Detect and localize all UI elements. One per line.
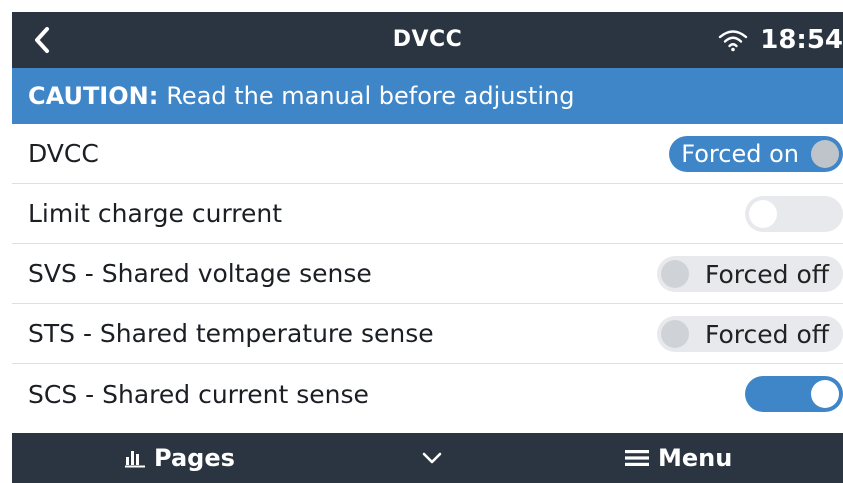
setting-row-scs[interactable]: SCS - Shared current sense — [12, 364, 843, 425]
setting-label: DVCC — [28, 139, 99, 168]
switch-knob — [811, 140, 839, 168]
caution-label: CAUTION: — [28, 82, 159, 110]
menu-button[interactable]: Menu — [624, 433, 732, 483]
switch-knob — [811, 380, 839, 408]
pages-button[interactable]: Pages — [124, 433, 235, 483]
setting-row-dvcc[interactable]: DVCC Forced on — [12, 124, 843, 184]
caution-text: Read the manual before adjusting — [166, 82, 575, 110]
switch-knob — [661, 260, 690, 288]
bar-chart-icon — [125, 451, 145, 468]
switch-knob — [661, 320, 690, 348]
hamburger-icon — [625, 450, 649, 466]
setting-row-limit-charge-current[interactable]: Limit charge current — [12, 184, 843, 244]
clock-time: 18:54 — [760, 25, 843, 55]
status-area: 18:54 — [718, 12, 843, 68]
switch-state-text: Forced on — [681, 140, 799, 168]
switch-knob — [749, 200, 777, 228]
switch-state-text: Forced off — [705, 319, 829, 349]
menu-label: Menu — [658, 444, 733, 472]
svs-switch[interactable]: Forced off — [657, 256, 843, 292]
expand-button[interactable] — [420, 433, 444, 483]
setting-label: SVS - Shared voltage sense — [28, 259, 372, 288]
limit-charge-current-toggle[interactable] — [745, 196, 843, 232]
setting-label: Limit charge current — [28, 199, 283, 228]
pages-label: Pages — [154, 444, 235, 472]
setting-row-svs[interactable]: SVS - Shared voltage sense Forced off — [12, 244, 843, 304]
chevron-down-icon — [422, 452, 442, 464]
footer-bar: Pages Menu — [12, 433, 843, 483]
setting-label: STS - Shared temperature sense — [28, 319, 434, 348]
setting-row-sts[interactable]: STS - Shared temperature sense Forced of… — [12, 304, 843, 364]
header-bar: DVCC 18:54 — [12, 12, 843, 68]
scs-toggle[interactable] — [745, 376, 843, 412]
dvcc-switch[interactable]: Forced on — [669, 136, 843, 172]
screen: DVCC 18:54 CAUTION: Read the manual befo… — [0, 0, 843, 483]
setting-label: SCS - Shared current sense — [28, 380, 369, 409]
sts-switch[interactable]: Forced off — [657, 316, 843, 352]
caution-banner: CAUTION: Read the manual before adjustin… — [12, 68, 843, 124]
wifi-icon — [719, 30, 748, 52]
switch-state-text: Forced off — [705, 259, 829, 289]
settings-list: DVCC Forced on Limit charge current SVS … — [12, 124, 843, 425]
